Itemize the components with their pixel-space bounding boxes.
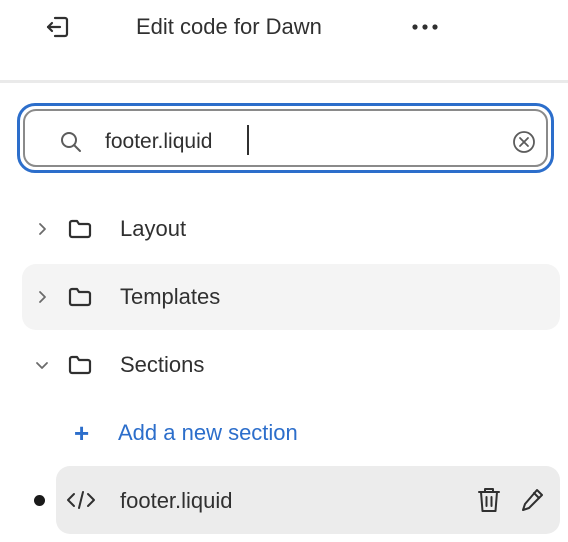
add-section-button[interactable]: + Add a new section xyxy=(60,410,560,458)
folder-label: Templates xyxy=(120,284,221,309)
chevron-right-icon xyxy=(39,291,46,303)
editor-header: Edit code for Dawn xyxy=(0,0,568,78)
folder-icon xyxy=(68,219,92,239)
exit-icon xyxy=(46,16,69,38)
more-horizontal-icon xyxy=(412,24,438,30)
folder-icon xyxy=(68,355,92,375)
search-icon xyxy=(61,132,81,152)
text-caret xyxy=(247,125,249,155)
folder-label: Sections xyxy=(120,352,205,377)
tree-file-footer[interactable]: footer.liquid xyxy=(56,466,560,534)
chevron-down-icon xyxy=(36,362,48,369)
chevron-right-icon xyxy=(39,223,46,235)
page-title: Edit code for Dawn xyxy=(136,14,322,39)
trash-icon[interactable] xyxy=(476,486,502,514)
modified-dot xyxy=(34,495,45,506)
plus-icon: + xyxy=(74,418,90,448)
folder-label: Layout xyxy=(120,216,187,241)
exit-button[interactable] xyxy=(44,13,72,41)
header-divider xyxy=(0,80,568,83)
tree-folder-sections[interactable]: Sections xyxy=(22,332,560,398)
code-icon xyxy=(67,491,95,509)
search-input[interactable] xyxy=(105,124,465,160)
tree-folder-layout[interactable]: Layout xyxy=(22,196,560,262)
search-field-inner xyxy=(23,109,548,167)
folder-icon xyxy=(68,287,92,307)
add-section-label: Add a new section xyxy=(118,420,298,445)
file-label: footer.liquid xyxy=(120,488,233,513)
pencil-icon[interactable] xyxy=(520,486,546,514)
search-field[interactable] xyxy=(17,103,554,173)
more-actions-button[interactable] xyxy=(404,12,446,42)
clear-circle-icon[interactable] xyxy=(511,129,537,155)
tree-folder-templates[interactable]: Templates xyxy=(22,264,560,330)
